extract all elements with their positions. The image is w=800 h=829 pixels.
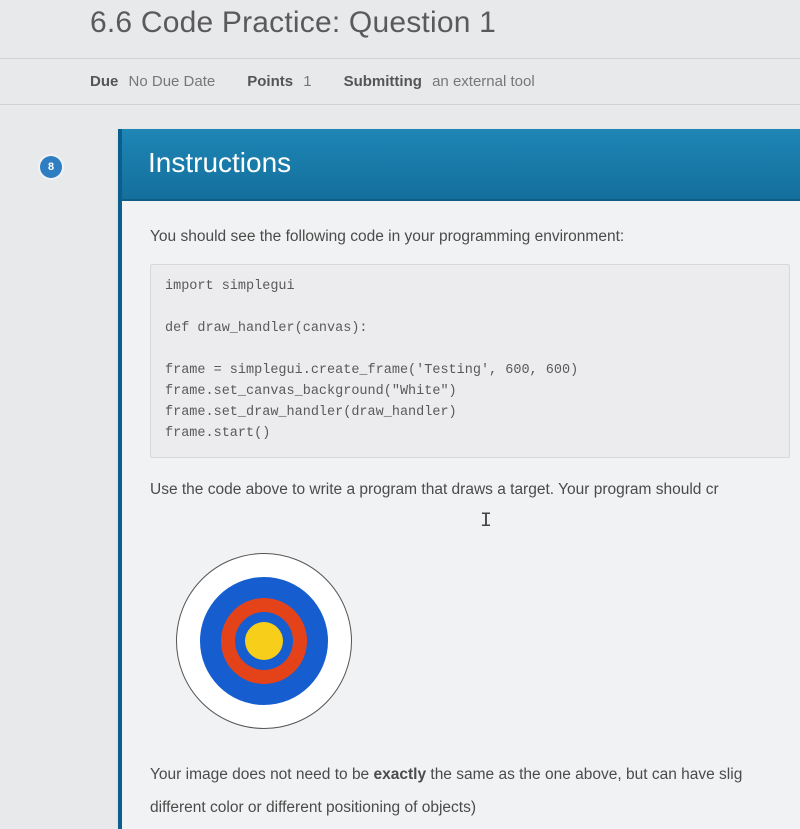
code-block: import simplegui def draw_handler(canvas… bbox=[150, 264, 790, 457]
due-label: Due bbox=[90, 73, 118, 90]
task-text: Use the code above to write a program th… bbox=[150, 478, 790, 501]
ring-yellow bbox=[245, 622, 283, 660]
due-group: Due No Due Date bbox=[90, 73, 215, 90]
notification-badge[interactable]: 8 bbox=[40, 156, 62, 178]
closing-pre: Your image does not need to be bbox=[150, 766, 374, 783]
points-label: Points bbox=[247, 73, 293, 90]
target-image bbox=[150, 547, 790, 753]
due-value: No Due Date bbox=[129, 73, 216, 90]
instructions-panel: Instructions You should see the followin… bbox=[118, 129, 800, 829]
submitting-label: Submitting bbox=[344, 73, 422, 90]
closing-text-line1: Your image does not need to be exactly t… bbox=[150, 763, 790, 786]
closing-post: the same as the one above, but can have … bbox=[426, 766, 742, 783]
panel-header: Instructions bbox=[122, 129, 800, 201]
points-group: Points 1 bbox=[247, 73, 311, 90]
text-cursor-icon: I bbox=[480, 507, 790, 537]
panel-body: You should see the following code in you… bbox=[122, 201, 800, 829]
page-title: 6.6 Code Practice: Question 1 bbox=[0, 0, 800, 58]
submitting-value: an external tool bbox=[432, 73, 535, 90]
intro-text: You should see the following code in you… bbox=[150, 225, 790, 248]
submitting-group: Submitting an external tool bbox=[344, 73, 535, 90]
points-value: 1 bbox=[303, 73, 311, 90]
target-graphic bbox=[176, 553, 352, 729]
assignment-meta: Due No Due Date Points 1 Submitting an e… bbox=[0, 58, 800, 105]
closing-strong: exactly bbox=[374, 766, 427, 783]
assignment-page: 6.6 Code Practice: Question 1 Due No Due… bbox=[0, 0, 800, 829]
